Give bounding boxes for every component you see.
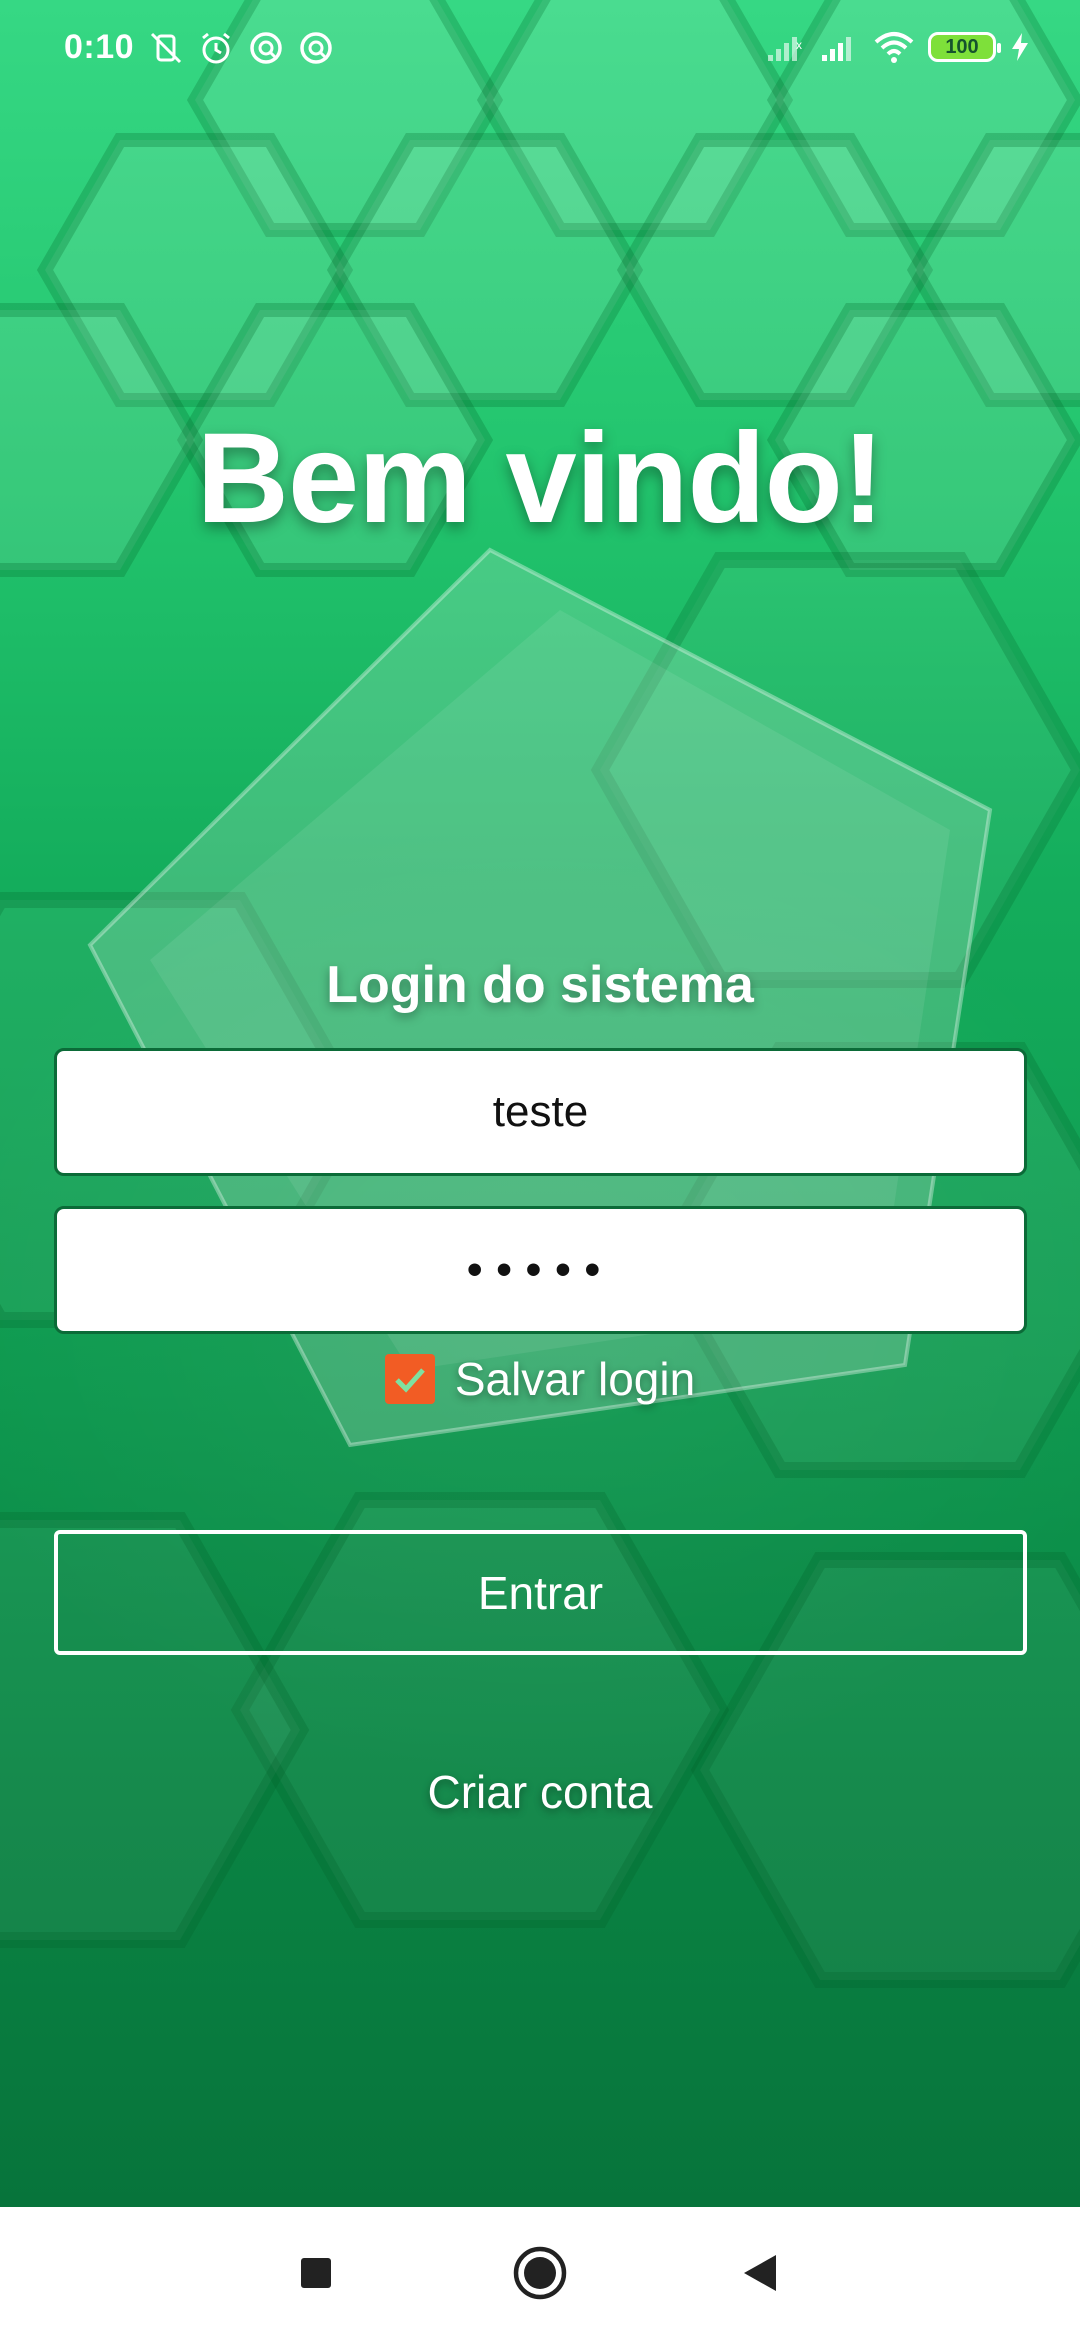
no-signal-icon: x (766, 31, 806, 63)
create-account-link[interactable]: Criar conta (0, 1765, 1080, 1819)
save-login-checkbox[interactable] (384, 1354, 435, 1404)
battery-indicator: 100 (928, 32, 1001, 62)
welcome-title: Bem vindo! (196, 407, 885, 550)
enter-button[interactable]: Entrar (54, 1530, 1027, 1655)
username-value: teste (492, 1087, 589, 1136)
navigation-bar (0, 2207, 1080, 2340)
login-heading: Login do sistema (326, 956, 754, 1014)
app-notification-icon (248, 30, 284, 66)
status-bar: 0:10 x 100 (0, 0, 1080, 100)
password-value: ••••• (466, 1245, 615, 1294)
wifi-icon (874, 30, 914, 64)
recents-icon[interactable] (286, 2243, 346, 2303)
username-field[interactable]: teste (54, 1048, 1027, 1176)
vibrate-off-icon (148, 30, 184, 66)
charging-icon (1010, 31, 1030, 63)
check-icon (395, 1368, 425, 1393)
save-login-row[interactable]: Salvar login (0, 1352, 1080, 1406)
svg-text:x: x (796, 38, 802, 52)
save-login-label: Salvar login (454, 1353, 696, 1405)
alarm-icon (198, 30, 234, 66)
password-field[interactable]: ••••• (54, 1206, 1027, 1334)
home-icon[interactable] (510, 2243, 570, 2303)
status-icons-left (148, 30, 334, 66)
status-time: 0:10 (64, 28, 135, 66)
signal-icon (820, 31, 860, 63)
back-icon[interactable] (730, 2243, 790, 2303)
status-icons-right: x 100 (766, 30, 1030, 64)
app-notification-icon (298, 30, 334, 66)
